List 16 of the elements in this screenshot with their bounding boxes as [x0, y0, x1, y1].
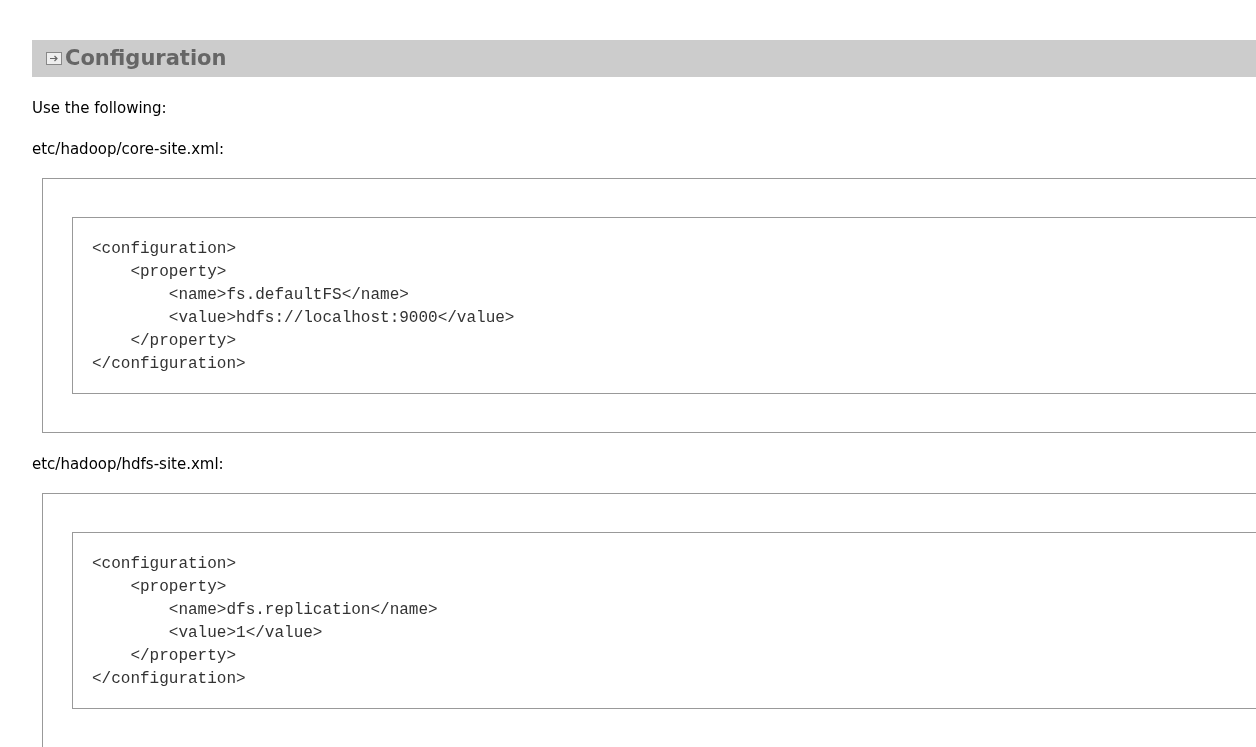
- section-title: Configuration: [65, 44, 227, 72]
- file-path-label: etc/hadoop/core-site.xml:: [32, 140, 226, 158]
- code-line: <name>dfs.replication</name>: [167, 600, 438, 621]
- code-line: <name>fs.defaultFS</name>: [167, 285, 409, 306]
- intro-text: Use the following:: [32, 99, 168, 117]
- code-line: </property>: [129, 646, 237, 667]
- code-line: <value>1</value>: [167, 623, 323, 644]
- code-line: </configuration>: [92, 354, 246, 375]
- code-line: <property>: [129, 262, 227, 283]
- code-line: </configuration>: [92, 669, 246, 690]
- file-path-label: etc/hadoop/hdfs-site.xml:: [32, 455, 225, 473]
- code-line: </property>: [129, 331, 237, 352]
- code-line: <property>: [129, 577, 227, 598]
- code-line: <value>hdfs://localhost:9000</value>: [167, 308, 515, 329]
- code-line: <configuration>: [92, 554, 237, 575]
- code-line: <configuration>: [92, 239, 237, 260]
